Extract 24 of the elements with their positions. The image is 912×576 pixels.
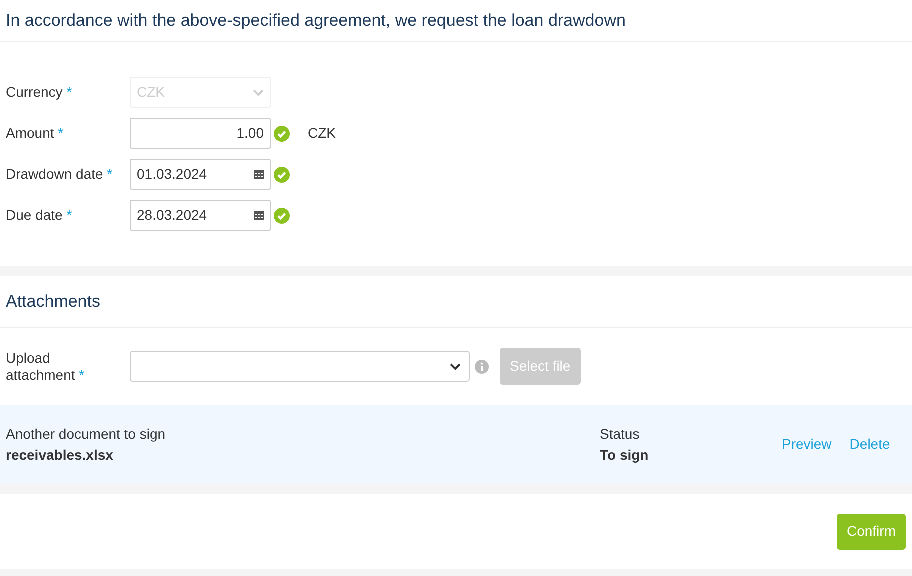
- calendar-icon: [254, 170, 264, 179]
- chevron-down-icon: [450, 362, 461, 370]
- field-label: Drawdown date *: [5, 165, 114, 184]
- section-title: Attachments: [6, 290, 100, 313]
- page-title: In accordance with the above-specified agreement, we request the loan drawdown: [6, 10, 626, 32]
- file-name: receivables.xlsx: [6, 446, 114, 464]
- chevron-down-icon: [253, 88, 264, 96]
- input-field[interactable]: 01.03.2024: [130, 159, 271, 190]
- document-type: Another document to sign: [6, 424, 167, 444]
- input-field[interactable]: 1.00: [130, 118, 271, 149]
- input-field[interactable]: 28.03.2024: [130, 200, 271, 231]
- field-label: Upload attachment *: [5, 350, 86, 384]
- calendar-icon: [254, 211, 264, 220]
- status-label: Status: [600, 424, 641, 444]
- field-label: Amount *: [5, 124, 65, 143]
- attachment-select[interactable]: [130, 351, 470, 382]
- info-icon[interactable]: [475, 360, 489, 374]
- action-link[interactable]: Preview: [782, 434, 832, 455]
- field-label: Due date *: [5, 206, 74, 225]
- currency-suffix: CZK: [308, 124, 336, 143]
- field-label: Currency *: [5, 83, 74, 102]
- confirm-button[interactable]: Confirm: [836, 514, 906, 550]
- status-value: To sign: [600, 446, 650, 465]
- action-link[interactable]: Delete: [850, 434, 890, 455]
